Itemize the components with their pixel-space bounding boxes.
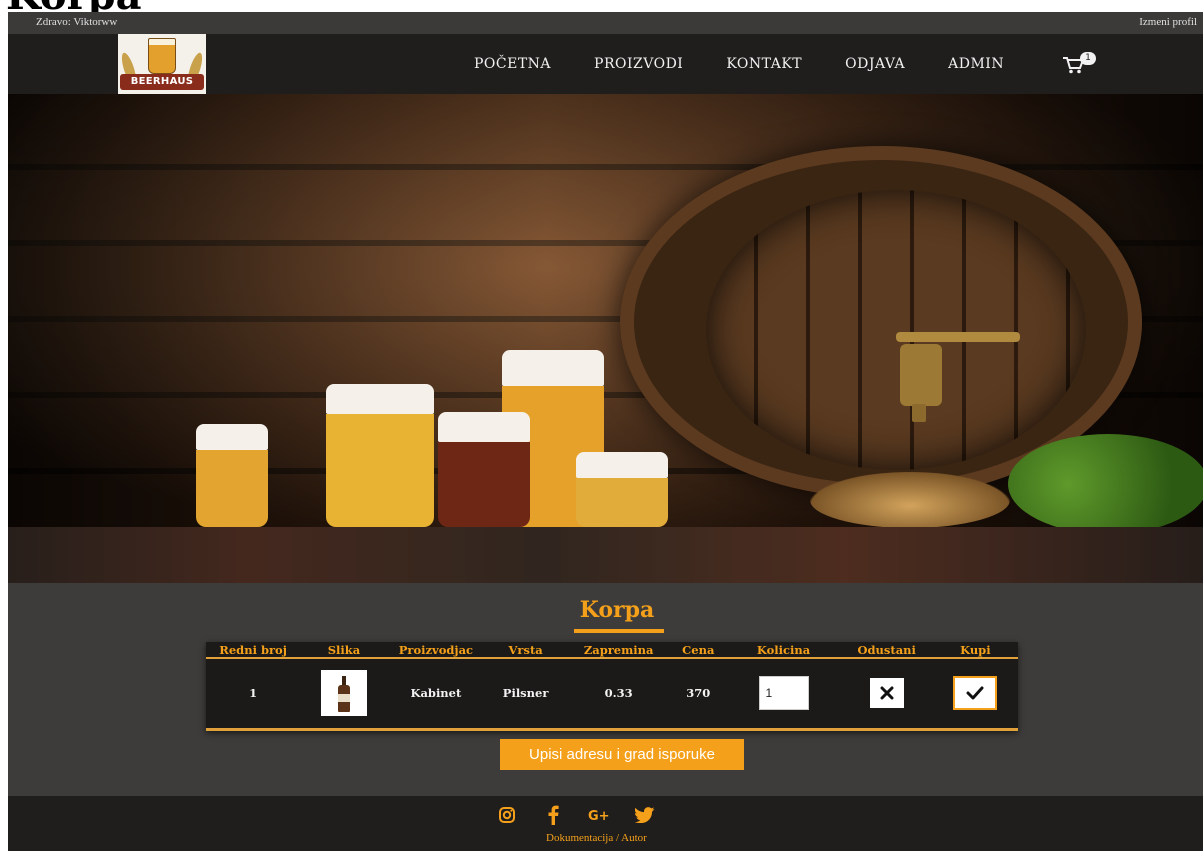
col-index-header: Redni broj: [206, 642, 301, 659]
beer-mug: [326, 384, 434, 527]
table-row: 1 Kabinet Pilsner 0.33 370: [206, 658, 1018, 726]
facebook-icon[interactable]: [542, 804, 564, 826]
nav-links: POČETNA PROIZVODI KONTAKT ODJAVA ADMIN: [474, 56, 1047, 72]
row-manufacturer: Kabinet: [410, 685, 462, 700]
svg-text:G+: G+: [588, 809, 610, 822]
nav-products[interactable]: PROIZVODI: [594, 56, 683, 72]
google-plus-icon[interactable]: G+: [588, 804, 610, 826]
title-underline: [574, 629, 664, 633]
col-type-header: Vrsta: [484, 642, 568, 659]
nav-logout[interactable]: ODJAVA: [845, 56, 905, 72]
hops-bundle: [1008, 434, 1203, 527]
col-price-header: Cena: [670, 642, 727, 659]
nav-admin[interactable]: ADMIN: [948, 56, 1004, 72]
col-image-header: Slika: [300, 642, 388, 659]
footer-docs-author-link[interactable]: Dokumentacija / Autor: [546, 832, 647, 844]
barrel-face: [706, 190, 1086, 470]
beer-mug: [196, 424, 268, 527]
row-volume: 0.33: [604, 685, 633, 700]
tap-handle: [896, 332, 1020, 342]
hero-image-beer-barrel: [8, 94, 1203, 527]
nav-home[interactable]: POČETNA: [474, 56, 551, 72]
checkmark-icon: [966, 686, 984, 699]
row-buy-cell: [933, 658, 1018, 726]
twitter-icon[interactable]: [634, 804, 656, 826]
wheat-bundle: [810, 472, 1010, 527]
beer-mug: [576, 452, 668, 527]
tap-spout: [912, 404, 926, 422]
cart-section: Korpa Redni broj Slika Proizvodjac Vrsta…: [8, 583, 1203, 796]
beer-bottle-image: [320, 669, 367, 716]
beerhaus-logo[interactable]: BEERHAUS: [118, 34, 206, 94]
table-header-row: Redni broj Slika Proizvodjac Vrsta Zapre…: [206, 642, 1018, 659]
cart-table-container: Redni broj Slika Proizvodjac Vrsta Zapre…: [206, 642, 1018, 731]
col-buy-header: Kupi: [932, 642, 1018, 659]
row-quantity-cell: [726, 658, 840, 726]
tap-body: [900, 344, 942, 406]
logo-ribbon: BEERHAUS: [120, 74, 204, 90]
cart-table: Redni broj Slika Proizvodjac Vrsta Zapre…: [206, 642, 1018, 726]
row-index: 1: [249, 685, 258, 700]
row-image-cell: [300, 658, 387, 726]
row-type: Pilsner: [502, 685, 549, 700]
dark-beer-glass: [438, 412, 530, 527]
edit-profile-link[interactable]: Izmeni profil: [1139, 16, 1197, 28]
instagram-icon[interactable]: [496, 804, 518, 826]
nav-contact[interactable]: KONTAKT: [726, 56, 802, 72]
cart-button[interactable]: 1: [1062, 52, 1098, 74]
col-manufacturer-header: Proizvodjac: [387, 642, 485, 659]
row-cancel-cell: [841, 658, 933, 726]
quantity-input[interactable]: [758, 675, 809, 710]
col-cancel-header: Odustani: [840, 642, 933, 659]
close-icon: [880, 686, 894, 699]
footer: G+ Dokumentacija / Autor: [8, 796, 1203, 851]
user-greeting: Zdravo: Viktorww: [36, 16, 118, 28]
col-quantity-header: Kolicina: [726, 642, 841, 659]
row-price: 370: [686, 685, 711, 700]
main-navbar: BEERHAUS POČETNA PROIZVODI KONTAKT ODJAV…: [8, 34, 1203, 94]
cart-count-badge: 1: [1080, 52, 1096, 65]
decorative-strip: [8, 527, 1203, 583]
cart-title: Korpa: [579, 597, 655, 623]
top-bar: Zdravo: Viktorww Izmeni profil: [8, 12, 1203, 34]
enter-address-button[interactable]: Upisi adresu i grad isporuke: [500, 739, 744, 770]
cancel-item-button[interactable]: [869, 677, 904, 708]
beer-glass-icon: [148, 38, 176, 74]
buy-item-button[interactable]: [953, 675, 998, 710]
social-links: G+: [496, 804, 680, 826]
col-volume-header: Zapremina: [567, 642, 671, 659]
